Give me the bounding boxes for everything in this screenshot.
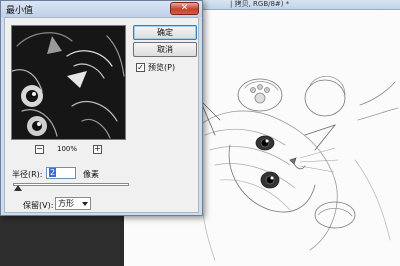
- radius-label: 半径(R):: [12, 170, 43, 179]
- dialog-titlebar[interactable]: 最小值 ✕: [1, 1, 202, 17]
- radius-input[interactable]: 2: [46, 167, 76, 179]
- document-title: | 拷贝, RGB/8#) *: [230, 0, 290, 8]
- check-icon: ✓: [137, 63, 144, 72]
- dialog-title: 最小值: [6, 6, 34, 16]
- dialog-body: − 100% + 确定 取消 ✓ 预览(P) 半径(R): 2 像素 保留(V)…: [4, 17, 199, 213]
- zoom-out-button[interactable]: −: [35, 145, 44, 154]
- minus-icon: −: [36, 144, 43, 153]
- preserve-dropdown-value: 方形: [58, 199, 74, 208]
- radius-slider-track[interactable]: [13, 183, 129, 186]
- preview-checkbox[interactable]: ✓: [136, 63, 145, 72]
- cancel-button[interactable]: 取消: [133, 42, 197, 57]
- photoshop-workspace: | 拷贝, RGB/8#) * 最小值 ✕ − 100% + 确定 取消 ✓ 预…: [0, 0, 400, 266]
- zoom-level: 100%: [57, 145, 78, 153]
- radius-input-value: 2: [49, 168, 57, 177]
- zoom-in-button[interactable]: +: [93, 145, 102, 154]
- plus-icon: +: [94, 144, 101, 153]
- ok-button[interactable]: 确定: [133, 25, 197, 40]
- preview-label[interactable]: 预览(P): [148, 62, 175, 73]
- preserve-dropdown[interactable]: 方形: [55, 197, 91, 210]
- radius-slider-thumb[interactable]: [14, 185, 22, 191]
- close-button[interactable]: ✕: [170, 2, 199, 15]
- preview-image: [12, 26, 125, 139]
- radius-unit-label: 像素: [83, 170, 99, 179]
- preserve-label: 保留(V):: [23, 201, 54, 210]
- filter-preview[interactable]: [11, 25, 126, 140]
- chevron-down-icon: [82, 202, 88, 206]
- close-icon: ✕: [180, 3, 189, 13]
- minimum-filter-dialog: 最小值 ✕ − 100% + 确定 取消 ✓ 预览(P) 半径(R): 2 像素…: [0, 0, 203, 216]
